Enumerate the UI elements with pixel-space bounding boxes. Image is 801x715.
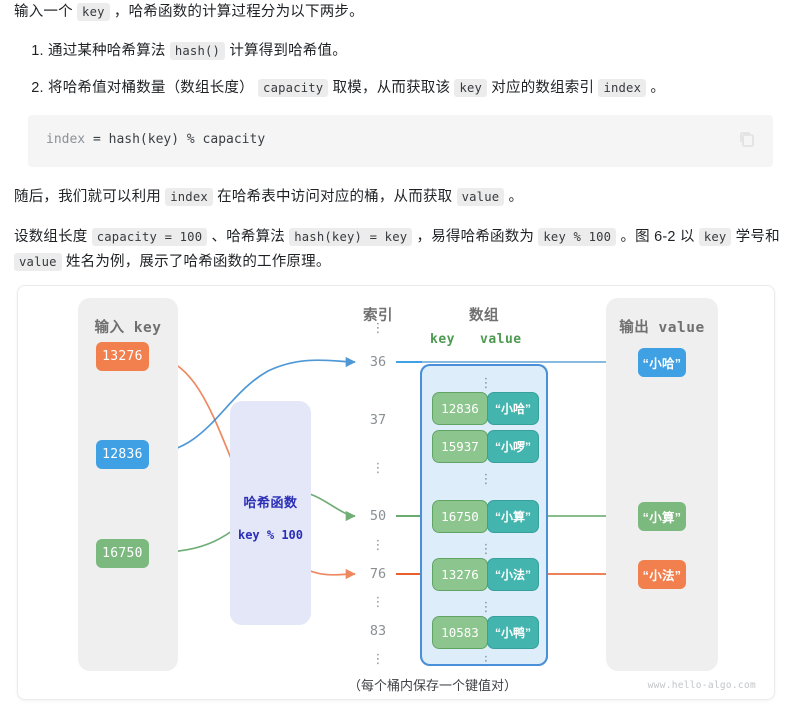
step2-mid: 取模，从而获取该 — [332, 79, 451, 96]
step-item-2: 将哈希值对桶数量（数组长度） capacity 取模，从而获取该 key 对应的… — [48, 76, 787, 101]
inline-code-index2: index — [165, 188, 213, 207]
inline-code-key2: key — [454, 78, 488, 97]
input-key-label-1: 12836 — [102, 447, 143, 462]
code-block: index = hash(key) % capacity — [28, 115, 773, 168]
lead-paragraph: 输入一个 key ，哈希函数的计算过程分为以下两步。 — [14, 0, 787, 25]
inline-code-index: index — [598, 78, 647, 97]
input-key-chip-13276[interactable]: 13276 — [96, 342, 149, 371]
watermark: www.hello-algo.com — [647, 680, 756, 691]
array-cell-value-0: “小哈” — [487, 392, 539, 425]
array-column-title: 数组 — [469, 308, 499, 324]
array-value-header: value — [480, 332, 522, 347]
p3-mid2: ，易得哈希函数为 — [416, 228, 535, 245]
array-cell-key-3: 13276 — [432, 558, 488, 591]
index-ellipsis-5: ⋮ — [371, 652, 385, 667]
page-root: 输入一个 key ，哈希函数的计算过程分为以下两步。 通过某种哈希算法 hash… — [0, 0, 801, 715]
inline-code-value2: value — [14, 252, 62, 271]
array-ellipsis-5: ⋮ — [479, 653, 493, 668]
inline-code-value: value — [456, 188, 505, 207]
array-ellipsis-3: ⋮ — [479, 541, 493, 556]
p2-pre: 随后，我们就可以利用 — [14, 189, 161, 206]
input-panel-title: 输入 key — [94, 320, 162, 336]
figure-caption: （每个桶内保存一个键值对） — [348, 678, 518, 693]
array-cell-key-1: 15937 — [432, 430, 488, 463]
code-token-index: index — [46, 132, 86, 148]
index-ellipsis-4: ⋮ — [371, 595, 385, 610]
array-key-header: key — [430, 332, 455, 347]
array-cell-37[interactable]: 15937 “小啰” — [432, 430, 540, 463]
output-value-label-2: “小法” — [642, 569, 682, 583]
p2-mid: 在哈希表中访问对应的桶，从而获取 — [217, 189, 453, 206]
p2-post: 。 — [508, 189, 524, 206]
inline-code-key-mod-100: key % 100 — [538, 227, 617, 246]
hash-function-label: 哈希函数 — [243, 495, 298, 510]
index-label-36: 36 — [369, 354, 387, 370]
paragraph-3: 设数组长度 capacity = 100 、哈希算法 hash(key) = k… — [14, 225, 787, 276]
step1-post: 计算得到哈希值。 — [229, 43, 347, 60]
step-item-1: 通过某种哈希算法 hash() 计算得到哈希值。 — [48, 39, 787, 64]
output-value-chip-xiaosuan[interactable]: “小算” — [638, 502, 686, 531]
index-label-76: 76 — [369, 566, 387, 582]
step2-post: 。 — [650, 79, 666, 96]
inline-code-hash-key: hash(key) = key — [289, 227, 413, 246]
array-ellipsis-1: ⋮ — [479, 375, 493, 390]
lead-text-post: ，哈希函数的计算过程分为以下两步。 — [113, 4, 364, 20]
inline-code-hash: hash() — [169, 42, 226, 61]
p3-pre: 设数组长度 — [14, 228, 88, 245]
array-cell-value-2: “小算” — [487, 500, 539, 533]
index-label-50: 50 — [369, 508, 387, 524]
array-cell-key-2: 16750 — [432, 500, 488, 533]
inline-code-key: key — [77, 3, 110, 21]
paragraph-2: 随后，我们就可以利用 index 在哈希表中访问对应的桶，从而获取 value … — [14, 185, 787, 210]
hash-function-formula: key % 100 — [237, 528, 304, 542]
array-cell-50[interactable]: 16750 “小算” — [432, 500, 540, 533]
output-panel-title: 输出 value — [619, 320, 705, 336]
step2-pre: 将哈希值对桶数量（数组长度） — [48, 79, 254, 96]
array-cell-value-4: “小鸭” — [487, 616, 539, 649]
array-cell-value-3: “小法” — [487, 558, 539, 591]
copy-icon[interactable] — [737, 129, 757, 149]
array-cell-36[interactable]: 12836 “小哈” — [432, 392, 540, 425]
index-ellipsis-1: ⋮ — [371, 321, 385, 336]
output-value-chip-xiaoha[interactable]: “小哈” — [638, 348, 686, 377]
steps-list: 通过某种哈希算法 hash() 计算得到哈希值。 将哈希值对桶数量（数组长度） … — [14, 39, 787, 101]
array-cell-key-4: 10583 — [432, 616, 488, 649]
array-container: ⋮ 12836 “小哈” 15937 “小啰” ⋮ 16750 “小算” ⋮ 1… — [420, 364, 548, 668]
input-key-label-2: 16750 — [102, 546, 143, 561]
lead-text-pre: 输入一个 — [14, 4, 73, 20]
index-label-83: 83 — [369, 623, 387, 639]
inline-code-capacity-100: capacity = 100 — [91, 227, 208, 246]
array-cell-83[interactable]: 10583 “小鸭” — [432, 616, 540, 649]
input-key-label-0: 13276 — [102, 349, 143, 364]
p3-mid: 、哈希算法 — [211, 228, 285, 245]
array-cell-value-1: “小啰” — [487, 430, 539, 463]
p3-mid3: 学号和 — [735, 228, 780, 245]
step2-mid2: 对应的数组索引 — [491, 79, 595, 96]
p3-end: 姓名为例，展示了哈希函数的工作原理。 — [65, 253, 331, 270]
input-key-chip-16750[interactable]: 16750 — [96, 539, 149, 568]
array-cell-76[interactable]: 13276 “小法” — [432, 558, 540, 591]
array-ellipsis-2: ⋮ — [479, 471, 493, 486]
index-ellipsis-2: ⋮ — [371, 461, 385, 476]
code-block-text: index = hash(key) % capacity — [46, 131, 755, 149]
array-cell-key-0: 12836 — [432, 392, 488, 425]
output-value-chip-xiaofa[interactable]: “小法” — [638, 560, 686, 589]
index-ellipsis-3: ⋮ — [371, 538, 385, 553]
inline-code-key3: key — [698, 227, 732, 246]
output-value-label-1: “小算” — [642, 511, 682, 525]
hash-function-figure: 输入 key 13276 12836 16750 哈希函数 key % 100 … — [17, 285, 775, 700]
hash-function-box — [230, 401, 311, 625]
p3-post: 。图 6-2 以 — [620, 228, 695, 245]
step1-pre: 通过某种哈希算法 — [48, 43, 166, 60]
index-label-37: 37 — [369, 412, 387, 428]
article-body: 输入一个 key ，哈希函数的计算过程分为以下两步。 通过某种哈希算法 hash… — [0, 0, 801, 275]
inline-code-capacity: capacity — [258, 78, 329, 97]
array-ellipsis-4: ⋮ — [479, 599, 493, 614]
code-token-rest: = hash(key) % capacity — [85, 132, 266, 148]
input-key-chip-12836[interactable]: 12836 — [96, 440, 149, 469]
output-value-label-0: “小哈” — [642, 357, 682, 371]
